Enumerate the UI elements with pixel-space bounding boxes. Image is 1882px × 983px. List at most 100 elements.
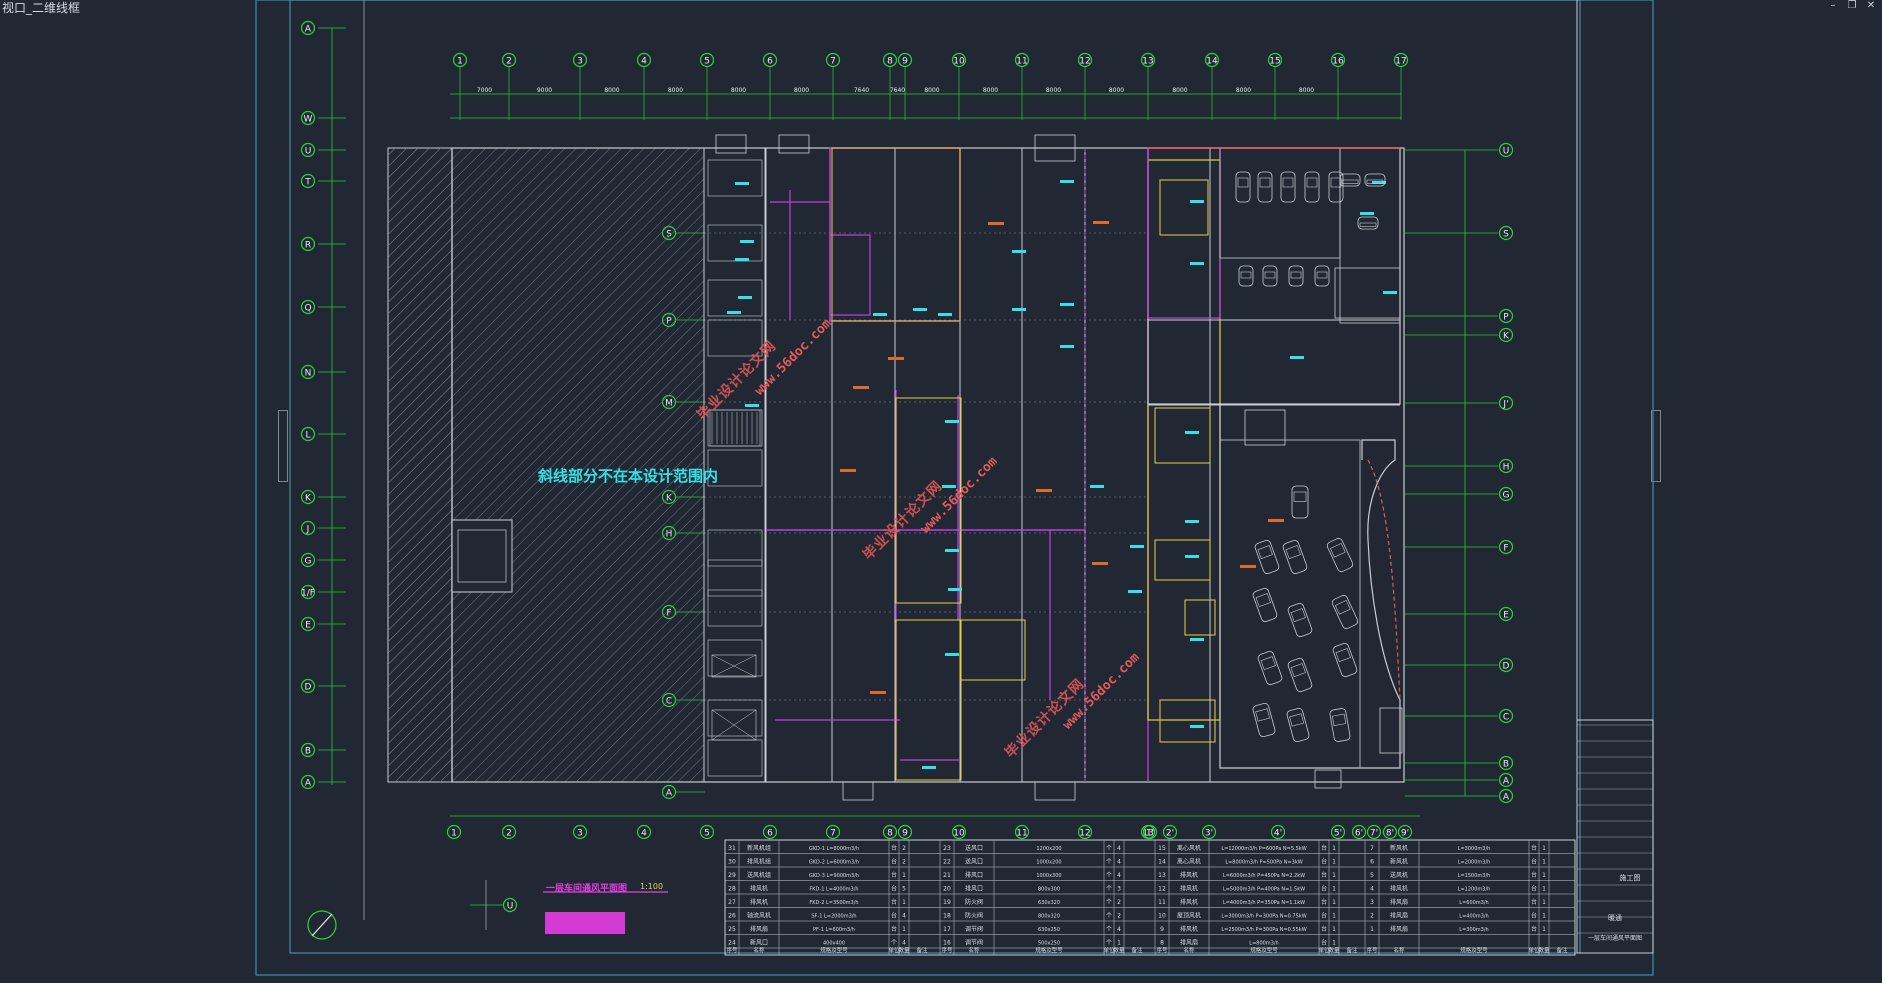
car-icon: [1331, 595, 1359, 629]
table-header: 数量: [1538, 946, 1550, 954]
axis-bubble-right-label: H: [1503, 463, 1510, 473]
table-cell: 排风机: [1180, 871, 1198, 879]
table-cell: 台: [1321, 925, 1327, 933]
table-header: 规格及型号: [1035, 946, 1063, 954]
axis-bubble-left-label: K: [305, 494, 312, 504]
table-cell: 1: [902, 926, 906, 933]
axis-bubble-top-label: 2: [506, 57, 512, 67]
table-cell: 离心风机: [1177, 844, 1201, 852]
right-wing-room: [1147, 147, 1221, 319]
table-cell: 15: [1158, 845, 1166, 852]
table-cell: 24: [728, 940, 736, 947]
equip-room: [707, 159, 763, 197]
table-cell: 个: [1106, 845, 1112, 852]
table-cell: 4: [1117, 845, 1121, 852]
car-body: [1287, 657, 1313, 693]
car-window: [1290, 608, 1306, 623]
table-cell: 21: [943, 872, 951, 879]
table-cell: 9: [1160, 926, 1164, 933]
axis-bubble-top-label: 12: [1079, 57, 1090, 67]
axis-bubble-bottom-label: 1': [1146, 829, 1154, 839]
axis-bubble-top-label: 3: [577, 57, 583, 67]
table-header: 序号: [1366, 946, 1378, 954]
table-cell: 送风机组: [747, 871, 771, 879]
table-cell: 1: [1332, 872, 1336, 879]
table-cell: SF-1 L=2000m3/h: [811, 914, 856, 920]
car-icon: [1262, 265, 1278, 287]
equipment-tag: [1012, 250, 1026, 253]
axis-bubble-right-label: D: [1503, 662, 1510, 672]
axis-bubble-top-label: 13: [1142, 57, 1153, 67]
axis-bubble-extra-label: U: [507, 902, 514, 912]
table-cell: 个: [1106, 926, 1112, 933]
showroom-room-small: [1379, 707, 1403, 754]
axis-bubble-left-label: G: [305, 557, 312, 567]
table-cell: 个: [1106, 940, 1112, 947]
axis-bubble-bottom-label: 3: [577, 829, 583, 839]
equipment-tag: [735, 258, 749, 261]
table-cell: 2: [1370, 913, 1374, 920]
car-icon: [1314, 265, 1330, 287]
car-icon: [1238, 265, 1254, 287]
axis-bubble-right-label: A: [1503, 777, 1510, 787]
axis-bubble-left-label: J: [306, 525, 310, 535]
equipment-tag: [938, 313, 952, 316]
car-body: [1254, 539, 1280, 575]
table-cell: 台: [1531, 885, 1537, 893]
equipment-tag: [945, 549, 959, 552]
axis-bubble-right-label: P: [1503, 313, 1509, 323]
table-cell: 22: [943, 859, 951, 866]
table-header: 名称: [968, 946, 980, 954]
car-icon: [1332, 642, 1358, 678]
table-cell: 排风扇: [1390, 925, 1408, 933]
car-window: [1282, 177, 1294, 188]
table-cell: 1: [1332, 926, 1336, 933]
axis-bubble-bottom-label: 7': [1370, 829, 1378, 839]
car-icon: [1254, 539, 1280, 575]
car-window: [1240, 271, 1252, 279]
dim-value: 8000: [1299, 87, 1314, 94]
table-cell: 排风机: [750, 898, 768, 906]
exterior-unit: [778, 134, 810, 154]
table-cell: 1: [1332, 913, 1336, 920]
car-icon: [1280, 171, 1296, 203]
table-cell: 1: [1117, 940, 1121, 947]
table-header: 数量: [898, 946, 910, 954]
axis-bubble-left-label: Q: [304, 304, 311, 314]
table-cell: GKD-2 L=6000m3/h: [809, 860, 859, 866]
equipment-tag: [727, 311, 741, 314]
axis-bubble-top-label: 14: [1206, 57, 1218, 67]
equipment-tag: [922, 766, 936, 769]
table-cell: L=800m3/h: [1249, 941, 1278, 947]
table-cell: 个: [1106, 899, 1112, 906]
axis-bubble-left-label: R: [305, 241, 311, 251]
table-cell: 4: [902, 940, 906, 947]
table-cell: 台: [1321, 858, 1327, 866]
equipment-tag: [1060, 303, 1074, 306]
table-cell: 17: [943, 926, 951, 933]
table-cell: L=2500m3/h P=300Pa N=0.55kW: [1221, 927, 1306, 933]
car-body: [1326, 538, 1354, 572]
equipment-tag: [738, 296, 752, 299]
axis-bubble-bottom-label: 3': [1205, 829, 1213, 839]
car-window: [1293, 491, 1307, 502]
table-cell: 30: [728, 859, 736, 866]
table-cell: 轴流风机: [747, 912, 771, 920]
axis-bubble-left-label: L: [305, 431, 310, 441]
car-icon: [1287, 602, 1313, 638]
table-cell: 1: [1332, 886, 1336, 893]
table-cell: 防火阀: [965, 912, 983, 920]
annotation-tag: [870, 691, 886, 694]
yellow-room: [1159, 179, 1209, 236]
equipment-tag: [1360, 212, 1374, 215]
axis-bubble-bottom-label: 6: [767, 829, 773, 839]
annotation-tag: [853, 386, 869, 389]
equip-room: [707, 699, 763, 737]
dim-value: 9000: [537, 87, 552, 94]
duct-box: [829, 234, 871, 316]
table-header: 规格及型号: [1250, 946, 1278, 954]
table-header: 规格及型号: [1460, 946, 1488, 954]
axis-bubble-left-label: D: [305, 683, 312, 693]
axis-bubble-right-label: J': [1502, 400, 1508, 410]
yellow-room: [1159, 699, 1216, 743]
